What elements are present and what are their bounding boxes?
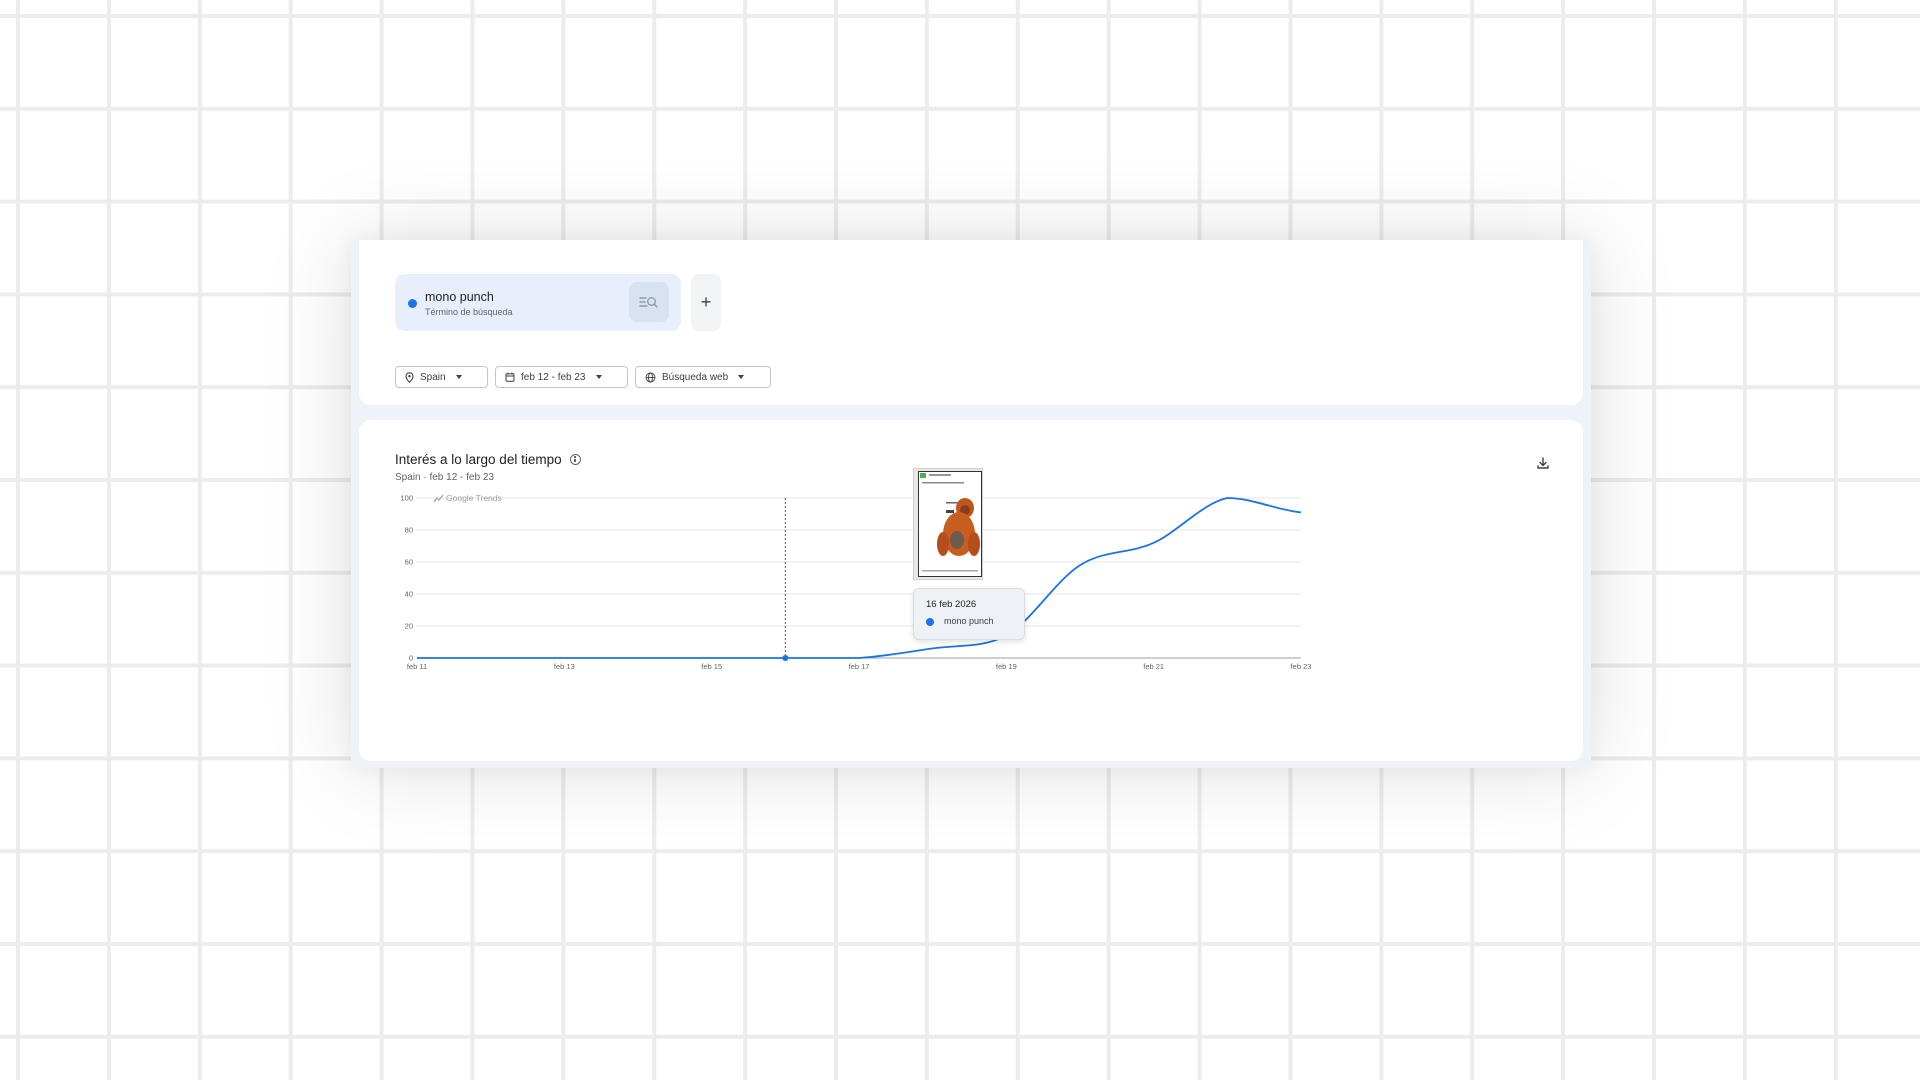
region-label: Spain [420, 371, 446, 383]
plus-icon: + [700, 292, 712, 312]
date-range-dropdown[interactable]: feb 12 - feb 23 [495, 366, 628, 388]
x-tick-label: feb 23 [1291, 662, 1312, 671]
thumbnail-post [918, 471, 982, 577]
x-tick-label: feb 21 [1143, 662, 1164, 671]
y-tick-label: 80 [405, 526, 413, 535]
search-term-type: Término de búsqueda [425, 307, 513, 317]
x-tick-label: feb 19 [996, 662, 1017, 671]
query-panel: mono punch Término de búsqueda + Spain f… [359, 240, 1583, 405]
search-list-icon [639, 297, 658, 308]
x-tick-label: feb 17 [849, 662, 870, 671]
series-color-dot [408, 299, 417, 308]
news-thumbnail[interactable] [913, 468, 983, 580]
y-tick-label: 20 [405, 622, 413, 631]
property-label: Búsqueda web [662, 371, 729, 383]
globe-icon [645, 372, 656, 382]
chevron-down-icon [738, 375, 745, 379]
search-term-label: mono punch [425, 290, 494, 304]
trends-window: mono punch Término de búsqueda + Spain f… [351, 240, 1591, 768]
refine-search-button[interactable] [629, 282, 669, 322]
y-tick-label: 100 [400, 494, 413, 503]
location-pin-icon [405, 371, 414, 383]
tooltip-date: 16 feb 2026 [926, 599, 977, 610]
tooltip-series-dot [926, 618, 934, 626]
chevron-down-icon [595, 375, 602, 379]
chart-tooltip: 16 feb 2026 mono punch [913, 588, 1025, 640]
y-tick-label: 60 [405, 558, 413, 567]
y-tick-label: 40 [405, 590, 413, 599]
interest-over-time-panel: Interés a lo largo del tiempo Spain · fe… [359, 420, 1583, 761]
tooltip-series-name: mono punch [944, 616, 994, 626]
date-range-label: feb 12 - feb 23 [521, 371, 586, 383]
x-tick-label: feb 15 [701, 662, 722, 671]
search-term-chip[interactable]: mono punch Término de búsqueda [395, 274, 681, 331]
hover-point [782, 655, 789, 661]
x-tick-label: feb 13 [554, 662, 575, 671]
property-dropdown[interactable]: Búsqueda web [635, 366, 771, 388]
orangutan-plush-image [920, 473, 980, 572]
watermark-text: Google Trends [446, 493, 502, 503]
region-dropdown[interactable]: Spain [395, 366, 488, 388]
x-tick-label: feb 11 [407, 662, 427, 671]
add-comparison-button[interactable]: + [691, 274, 721, 331]
chevron-down-icon [455, 375, 462, 379]
calendar-icon [505, 372, 515, 382]
series-line [416, 497, 1302, 659]
